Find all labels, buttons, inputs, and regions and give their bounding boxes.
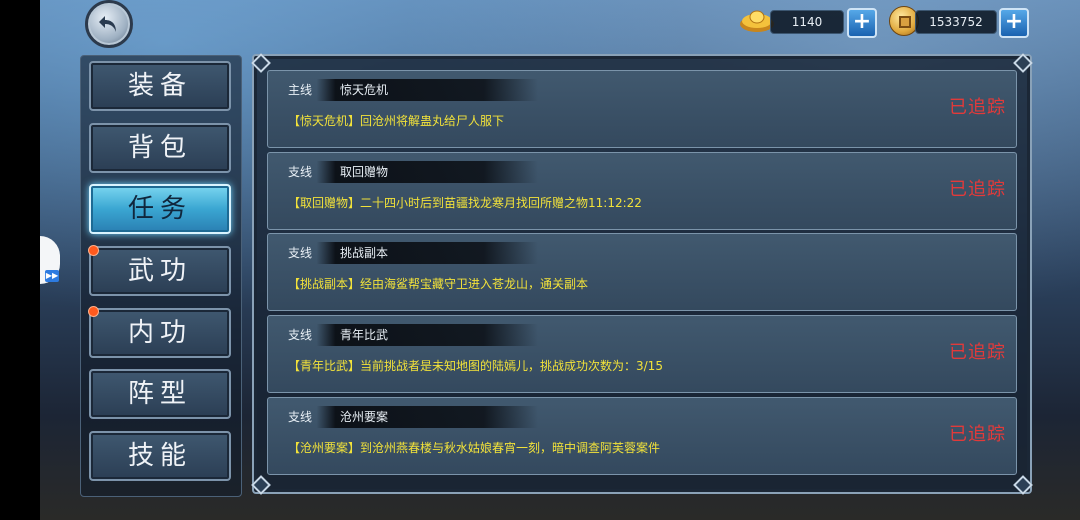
gold-amount: 1140 [770,10,844,34]
quest-item[interactable]: 主线 惊天危机 【惊天危机】回沧州将解蛊丸给尸人服下 已追踪 [267,70,1017,148]
quest-description: 【沧州要案】到沧州燕春楼与秋水姑娘春宵一刻，暗中调查阿芙蓉案件 [288,441,661,455]
tab-inner-power[interactable]: 内功 [89,308,231,358]
quest-item[interactable]: 支线 青年比武 【青年比武】当前挑战者是未知地图的陆嫣儿，挑战成功次数为：3/1… [267,315,1017,393]
quest-name: 取回赠物 [340,165,389,179]
tab-formation[interactable]: 阵型 [89,369,231,419]
tab-equipment[interactable]: 装备 [89,61,231,111]
add-coin-button[interactable]: + [999,8,1029,38]
quest-description: 【惊天危机】回沧州将解蛊丸给尸人服下 [288,114,505,128]
quest-name: 沧州要案 [340,410,389,424]
quest-description: 【青年比武】当前挑战者是未知地图的陆嫣儿，挑战成功次数为：3/15 [288,359,663,373]
screen-edge [0,0,40,520]
notification-dot [88,306,99,317]
fast-forward-icon: ▶▶ [45,270,59,282]
quest-description: 【取回赠物】二十四小时后到苗疆找龙寒月找回所赠之物11:12:22 [288,196,642,210]
quest-name: 青年比武 [340,328,389,342]
quest-item[interactable]: 支线 挑战副本 【挑战副本】经由海鲨帮宝藏守卫进入苍龙山，通关副本 [267,233,1017,311]
quest-tracked-status[interactable]: 已追踪 [949,175,1006,201]
quest-name: 挑战副本 [340,246,389,260]
add-gold-button[interactable]: + [847,8,877,38]
quest-type: 支线 [288,410,313,424]
quest-item[interactable]: 支线 沧州要案 【沧州要案】到沧州燕春楼与秋水姑娘春宵一刻，暗中调查阿芙蓉案件 … [267,397,1017,475]
quest-tracked-status[interactable]: 已追踪 [949,420,1006,446]
quest-type: 支线 [288,328,313,342]
back-arrow-icon [99,16,116,32]
quest-tracked-status[interactable]: 已追踪 [949,338,1006,364]
tab-skills[interactable]: 技能 [89,431,231,481]
tab-quests[interactable]: 任务 [89,184,231,234]
coin-amount: 1533752 [915,10,997,34]
quest-item[interactable]: 支线 取回赠物 【取回赠物】二十四小时后到苗疆找龙寒月找回所赠之物11:12:2… [267,152,1017,230]
quest-name: 惊天危机 [340,83,389,97]
quest-type: 支线 [288,165,313,179]
quest-type: 支线 [288,246,313,260]
tab-backpack[interactable]: 背包 [89,123,231,173]
quest-tracked-status[interactable]: 已追踪 [949,93,1006,119]
quest-description: 【挑战副本】经由海鲨帮宝藏守卫进入苍龙山，通关副本 [288,277,589,291]
back-button[interactable] [85,0,133,48]
quest-type: 主线 [288,83,313,97]
notification-dot [88,245,99,256]
tab-martial-arts[interactable]: 武功 [89,246,231,296]
